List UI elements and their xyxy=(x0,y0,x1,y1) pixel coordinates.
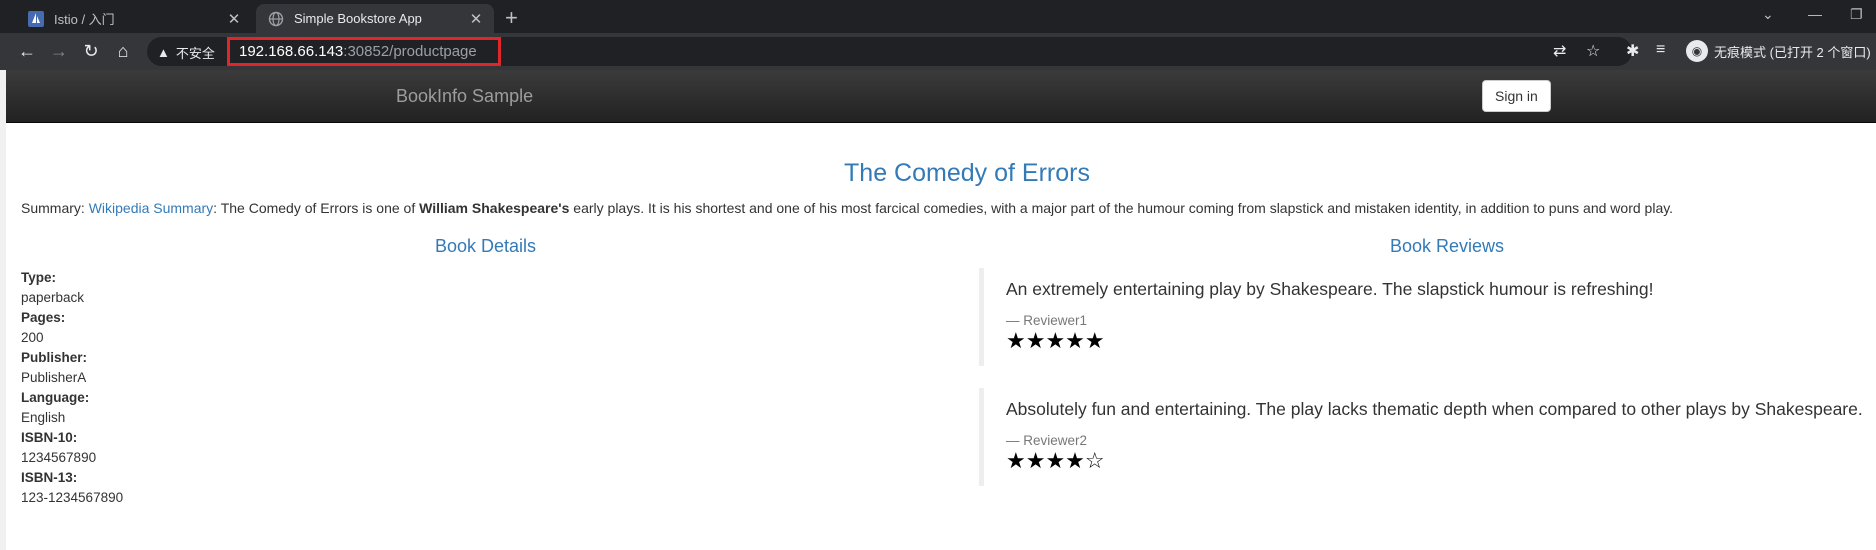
reviewer-name: — Reviewer2 xyxy=(1006,433,1088,448)
book-title: The Comedy of Errors xyxy=(844,159,1090,187)
close-tab-icon[interactable]: ✕ xyxy=(226,10,242,28)
incognito-profile-button[interactable]: ◉ 无痕模式 (已打开 2 个窗口) xyxy=(1686,40,1871,62)
url-path: :30852/productpage xyxy=(343,43,477,60)
detail-value: PublisherA xyxy=(21,370,87,385)
tab-search-icon[interactable]: ⌄ xyxy=(1762,6,1774,23)
reading-list-icon[interactable]: ≡ xyxy=(1656,41,1665,59)
detail-value: English xyxy=(21,410,66,425)
summary-text-2: early plays. It is his shortest and one … xyxy=(569,200,1674,216)
review-card: An extremely entertaining play by Shakes… xyxy=(979,268,1869,366)
bookmark-star-icon[interactable]: ☆ xyxy=(1586,41,1600,61)
tab-title: Simple Bookstore App xyxy=(294,11,422,26)
detail-value: 1234567890 xyxy=(21,450,97,465)
book-details-heading: Book Details xyxy=(435,236,537,256)
back-icon[interactable]: ← xyxy=(16,40,38,62)
minimize-icon[interactable]: — xyxy=(1808,6,1822,22)
review-text: An extremely entertaining play by Shakes… xyxy=(1006,279,1654,299)
close-tab-icon[interactable]: ✕ xyxy=(468,10,484,28)
book-details-list: Type: paperback Pages: 200 Publisher: Pu… xyxy=(21,268,123,508)
review-card: Absolutely fun and entertaining. The pla… xyxy=(979,388,1869,486)
tab-istio[interactable]: Istio / 入门 ✕ xyxy=(16,4,252,33)
tab-bookstore[interactable]: Simple Bookstore App ✕ xyxy=(256,4,494,33)
forward-icon[interactable]: → xyxy=(48,40,70,62)
review-text: Absolutely fun and entertaining. The pla… xyxy=(1006,399,1863,419)
profile-label: 无痕模式 (已打开 2 个窗口) xyxy=(1714,44,1871,60)
detail-label: ISBN-13: xyxy=(21,470,78,485)
istio-logo-icon xyxy=(28,10,44,27)
detail-label: Pages: xyxy=(21,310,66,325)
sign-in-button[interactable]: Sign in xyxy=(1482,80,1551,112)
brand-link[interactable]: BookInfo Sample xyxy=(396,86,533,107)
detail-label: ISBN-10: xyxy=(21,430,78,445)
wikipedia-summary-link[interactable]: Wikipedia Summary xyxy=(89,200,213,216)
security-label: 不安全 xyxy=(175,46,215,61)
detail-label: Type: xyxy=(21,270,57,285)
tab-title: Istio / 入门 xyxy=(54,12,115,27)
star-rating: ★★★★☆ xyxy=(1006,448,1105,473)
site-info-button[interactable]: ▲ 不安全 xyxy=(157,43,215,62)
incognito-icon: ◉ xyxy=(1686,40,1708,62)
site-navbar: BookInfo Sample Sign in xyxy=(6,70,1876,123)
url-host: 192.168.66.143 xyxy=(239,43,344,60)
reviewer-name: — Reviewer1 xyxy=(1006,313,1088,328)
globe-icon xyxy=(268,11,284,26)
summary-text-1: : The Comedy of Errors is one of xyxy=(213,200,420,216)
reload-icon[interactable]: ↻ xyxy=(80,40,102,62)
detail-value: paperback xyxy=(21,290,85,305)
star-rating: ★★★★★ xyxy=(1006,328,1105,353)
detail-label: Publisher: xyxy=(21,350,88,365)
summary-prefix: Summary: xyxy=(21,200,89,216)
book-reviews-heading: Book Reviews xyxy=(1390,236,1505,256)
home-icon[interactable]: ⌂ xyxy=(112,40,134,62)
new-tab-icon[interactable]: + xyxy=(505,5,518,31)
book-summary: Summary: Wikipedia Summary: The Comedy o… xyxy=(21,200,1673,216)
detail-value: 200 xyxy=(21,330,44,345)
warning-icon: ▲ xyxy=(157,45,170,60)
summary-bold: William Shakespeare's xyxy=(419,200,570,216)
detail-label: Language: xyxy=(21,390,90,405)
url-text[interactable]: 192.168.66.143:30852/productpage xyxy=(239,43,477,60)
restore-icon[interactable]: ❐ xyxy=(1850,6,1863,23)
translate-icon[interactable]: ⇄ xyxy=(1553,41,1566,61)
left-edge-strip xyxy=(0,70,6,550)
browser-tab-strip: Istio / 入门 ✕ Simple Bookstore App ✕ + ⌄ … xyxy=(0,0,1876,33)
detail-value: 123-1234567890 xyxy=(21,490,124,505)
extensions-icon[interactable]: ✱ xyxy=(1626,41,1639,61)
